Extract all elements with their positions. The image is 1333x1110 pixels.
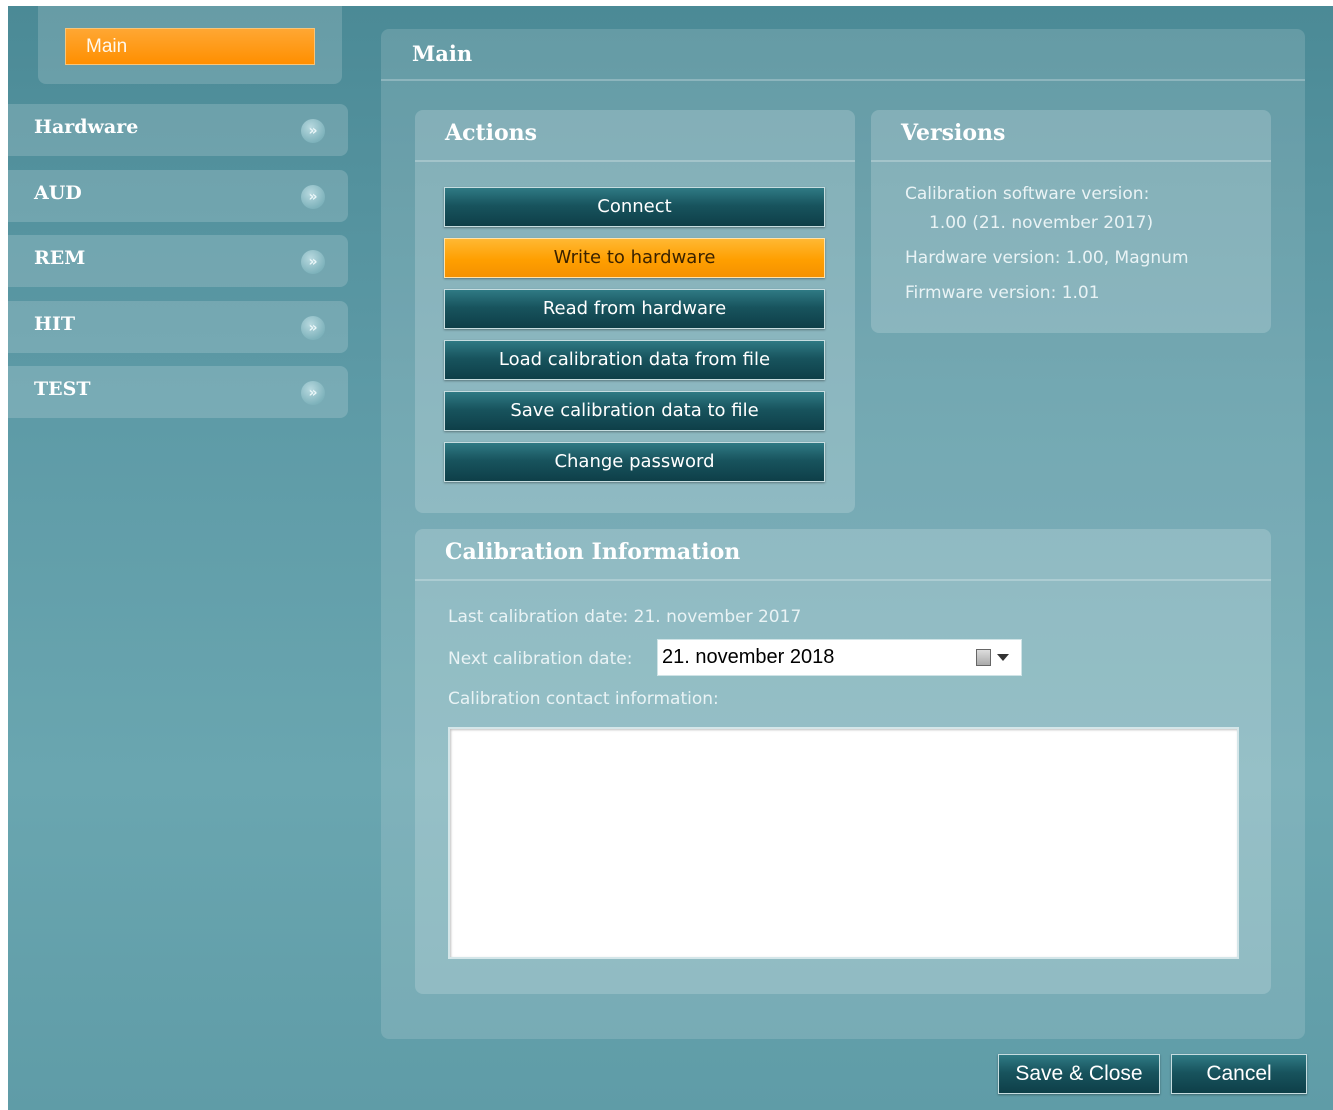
chevron-down-icon[interactable]: »	[301, 119, 325, 143]
calibration-info-group: Calibration Information Last calibration…	[415, 529, 1271, 994]
main-panel: Main Actions Connect Write to hardware R…	[381, 29, 1305, 1039]
sidebar-item-test[interactable]: TEST »	[8, 366, 348, 418]
page-title: Main	[412, 41, 473, 66]
actions-title: Actions	[445, 120, 538, 146]
divider	[415, 160, 855, 162]
calibration-software-label: Calibration software version:	[905, 184, 1150, 204]
sidebar-item-label: REM	[34, 247, 86, 269]
sidebar-item-main[interactable]: Main	[65, 28, 315, 65]
sidebar-item-rem[interactable]: REM »	[8, 235, 348, 287]
dropdown-arrow-icon[interactable]	[997, 654, 1009, 661]
read-from-hardware-button[interactable]: Read from hardware	[444, 289, 825, 329]
calibration-info-title: Calibration Information	[445, 539, 741, 565]
cancel-button[interactable]: Cancel	[1171, 1054, 1307, 1094]
sidebar-item-aud[interactable]: AUD »	[8, 170, 348, 222]
calendar-icon[interactable]	[976, 649, 991, 666]
versions-title: Versions	[901, 120, 1006, 146]
chevron-down-icon[interactable]: »	[301, 316, 325, 340]
sidebar-item-label: Hardware	[34, 116, 139, 138]
sidebar-item-hit[interactable]: HIT »	[8, 301, 348, 353]
sidebar-item-label: AUD	[34, 182, 82, 204]
divider	[415, 579, 1271, 581]
main-header: Main	[381, 29, 1305, 81]
next-calibration-date-picker[interactable]: 21. november 2018	[657, 639, 1022, 676]
sidebar-item-label: TEST	[34, 378, 91, 400]
sidebar-item-hardware[interactable]: Hardware »	[8, 104, 348, 156]
chevron-down-icon[interactable]: »	[301, 185, 325, 209]
write-to-hardware-button[interactable]: Write to hardware	[444, 238, 825, 278]
last-calibration-date: Last calibration date: 21. november 2017	[448, 607, 802, 627]
hardware-version: Hardware version: 1.00, Magnum	[905, 248, 1189, 268]
load-calibration-button[interactable]: Load calibration data from file	[444, 340, 825, 380]
sidebar-item-label: HIT	[34, 313, 75, 335]
chevron-down-icon[interactable]: »	[301, 250, 325, 274]
divider	[871, 160, 1271, 162]
save-calibration-button[interactable]: Save calibration data to file	[444, 391, 825, 431]
next-calibration-label: Next calibration date:	[448, 649, 633, 669]
calibration-window: Main Hardware » AUD » REM » HIT » TEST »…	[8, 6, 1333, 1110]
contact-info-textarea[interactable]	[448, 727, 1239, 959]
contact-info-label: Calibration contact information:	[448, 689, 719, 709]
actions-group: Actions Connect Write to hardware Read f…	[415, 110, 855, 513]
save-close-button[interactable]: Save & Close	[998, 1054, 1160, 1094]
calibration-software-value: 1.00 (21. november 2017)	[929, 213, 1154, 233]
chevron-down-icon[interactable]: »	[301, 381, 325, 405]
versions-group: Versions Calibration software version: 1…	[871, 110, 1271, 333]
firmware-version: Firmware version: 1.01	[905, 283, 1100, 303]
connect-button[interactable]: Connect	[444, 187, 825, 227]
next-calibration-date-value: 21. november 2018	[662, 646, 835, 668]
change-password-button[interactable]: Change password	[444, 442, 825, 482]
